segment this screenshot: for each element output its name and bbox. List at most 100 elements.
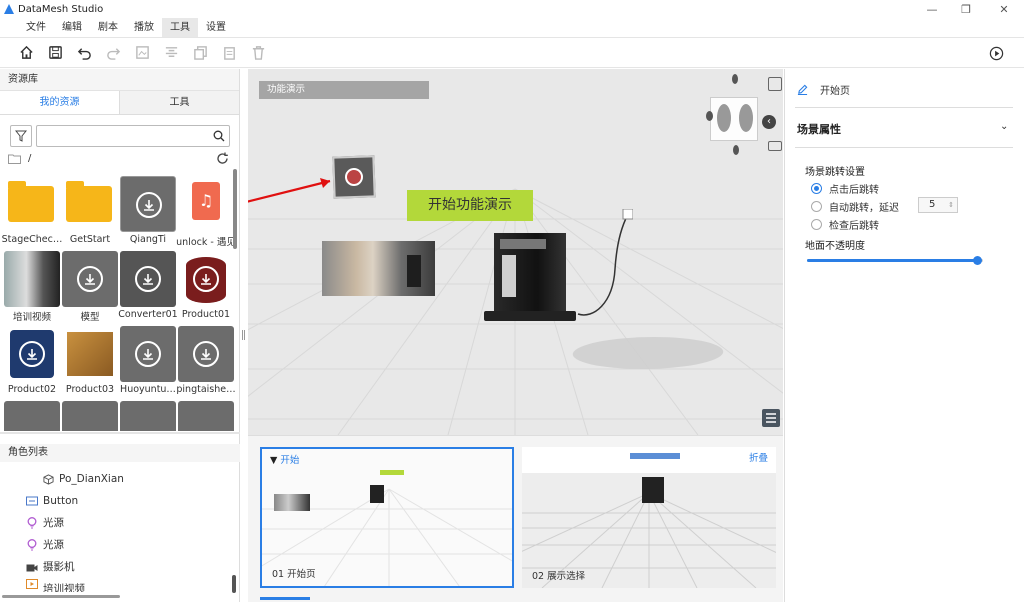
properties-panel: 开始页 场景属性 ⌄ 场景跳转设置 点击后跳转 自动跳转，延迟 5 ⇕ 检查后跳转… — [784, 69, 1024, 602]
menu-play[interactable]: 播放 — [126, 18, 162, 37]
align-icon[interactable] — [163, 45, 179, 61]
asset-tile[interactable]: ♫ unlock - 遇见 — [176, 176, 236, 248]
asset-label: unlock - 遇见 — [176, 237, 236, 248]
chevron-down-icon[interactable]: ⌄ — [1000, 121, 1008, 132]
download-icon — [77, 266, 103, 292]
cube-icon — [42, 473, 54, 485]
toolbar — [0, 37, 1024, 68]
role-item[interactable]: 光源 — [0, 512, 240, 534]
search-icon[interactable] — [213, 130, 225, 142]
image-icon[interactable] — [134, 45, 150, 61]
asset-tile[interactable]: StageChec… — [2, 176, 62, 248]
caret-down-icon[interactable]: ▼ — [270, 455, 277, 466]
tab-my-resources[interactable]: 我的资源 — [0, 91, 120, 114]
panel-splitter[interactable] — [0, 432, 240, 434]
asset-thumbnail — [178, 326, 234, 382]
minimize-button[interactable]: — — [918, 0, 946, 18]
asset-tile[interactable]: Converter01 — [118, 251, 178, 323]
delete-icon[interactable] — [250, 45, 266, 61]
asset-label: StageChec… — [1, 234, 63, 245]
role-label: Po_DianXian — [59, 473, 124, 485]
asset-tile[interactable]: 模型 — [62, 251, 118, 323]
paste-icon[interactable] — [221, 45, 237, 61]
asset-tile[interactable]: pingtaishe… — [176, 326, 236, 398]
copy-icon[interactable] — [192, 45, 208, 61]
chevron-left-icon[interactable]: ‹ — [762, 115, 776, 129]
refresh-icon[interactable] — [216, 152, 229, 165]
play-icon[interactable] — [988, 45, 1004, 61]
menu-file[interactable]: 文件 — [18, 18, 54, 37]
save-icon[interactable] — [47, 45, 63, 61]
asset-scrollbar[interactable] — [233, 169, 237, 249]
strip-scrollbar[interactable] — [260, 597, 310, 600]
axis-left-icon — [706, 111, 713, 121]
pencil-icon[interactable] — [797, 84, 808, 95]
radio-check-jump[interactable]: 检查后跳转 — [811, 217, 879, 232]
asset-tile[interactable] — [4, 401, 60, 431]
radio-click-jump[interactable]: 点击后跳转 — [811, 181, 879, 196]
title-bar: DataMesh Studio — [0, 0, 1024, 18]
scene-jump-settings: 场景跳转设置 — [805, 167, 865, 178]
scene-card[interactable]: 折叠 02 展示选择 — [522, 447, 776, 588]
radio-auto-jump[interactable]: 自动跳转，延迟 — [811, 199, 899, 214]
list-icon[interactable] — [762, 409, 780, 427]
asset-tile[interactable] — [62, 401, 118, 431]
role-label: 光源 — [43, 517, 64, 529]
asset-label: 培训视频 — [12, 312, 51, 323]
role-label: Button — [43, 495, 79, 507]
path-text: / — [28, 153, 32, 164]
screenshot-icon[interactable] — [768, 77, 782, 91]
asset-tile[interactable]: QiangTi — [120, 176, 176, 248]
redo-icon[interactable] — [105, 45, 121, 61]
role-list-title: 角色列表 — [0, 444, 240, 462]
horizontal-scrollbar[interactable] — [2, 595, 120, 598]
delay-input[interactable]: 5 ⇕ — [918, 197, 958, 213]
scene-card[interactable]: ▼ 开始 01 开始页 — [260, 447, 514, 588]
video-icon — [26, 578, 38, 590]
menu-script[interactable]: 剧本 — [90, 18, 126, 37]
splitter-handle[interactable] — [242, 330, 245, 340]
layout-icon[interactable] — [768, 141, 782, 151]
menu-tools[interactable]: 工具 — [162, 18, 198, 37]
role-item[interactable]: 培训视频 — [0, 578, 240, 592]
asset-tile[interactable]: 培训视频 — [4, 251, 60, 323]
undo-icon[interactable] — [76, 45, 92, 61]
arrow-annotation — [248, 178, 331, 203]
role-item[interactable]: 光源 — [0, 534, 240, 556]
collapse-button[interactable]: 折叠 — [749, 450, 768, 464]
role-scrollbar[interactable] — [232, 575, 236, 593]
search-input[interactable] — [36, 125, 230, 147]
divider — [795, 147, 1013, 148]
slider-handle[interactable] — [972, 256, 982, 265]
axis-top-icon — [732, 74, 738, 84]
asset-tile[interactable]: GetStart — [62, 176, 118, 248]
maximize-button[interactable]: ❐ — [952, 0, 980, 18]
tab-tools[interactable]: 工具 — [120, 91, 239, 114]
folder-icon — [4, 176, 60, 232]
close-button[interactable]: ✕ — [990, 0, 1018, 18]
menu-settings[interactable]: 设置 — [198, 18, 234, 37]
view-cube[interactable] — [710, 97, 758, 141]
menu-edit[interactable]: 编辑 — [54, 18, 90, 37]
role-item[interactable]: Button — [0, 490, 240, 512]
asset-tile[interactable]: Product02 — [4, 326, 60, 398]
button-icon — [26, 495, 38, 507]
filter-icon[interactable] — [10, 125, 32, 147]
mini-banner — [380, 470, 404, 475]
window-title: DataMesh Studio — [18, 3, 104, 15]
asset-tile[interactable] — [178, 401, 234, 431]
asset-tile[interactable]: Product01 — [178, 251, 234, 323]
asset-tile[interactable]: Huoyuntu… — [120, 326, 176, 398]
light-icon — [26, 539, 38, 551]
asset-label: Converter01 — [118, 309, 178, 320]
app-logo-icon — [4, 4, 14, 14]
asset-tile[interactable]: Product03 — [62, 326, 118, 398]
folder-icon — [62, 176, 118, 232]
axis-bottom-icon — [733, 145, 739, 155]
scene-viewport[interactable]: 功能演示 开始功能演示 ‹ — [248, 69, 783, 435]
role-item[interactable]: Po_DianXian — [0, 468, 240, 490]
role-item[interactable]: 摄影机 — [0, 556, 240, 578]
home-icon[interactable] — [18, 45, 34, 61]
asset-tile[interactable] — [120, 401, 176, 431]
opacity-slider[interactable] — [807, 256, 982, 265]
